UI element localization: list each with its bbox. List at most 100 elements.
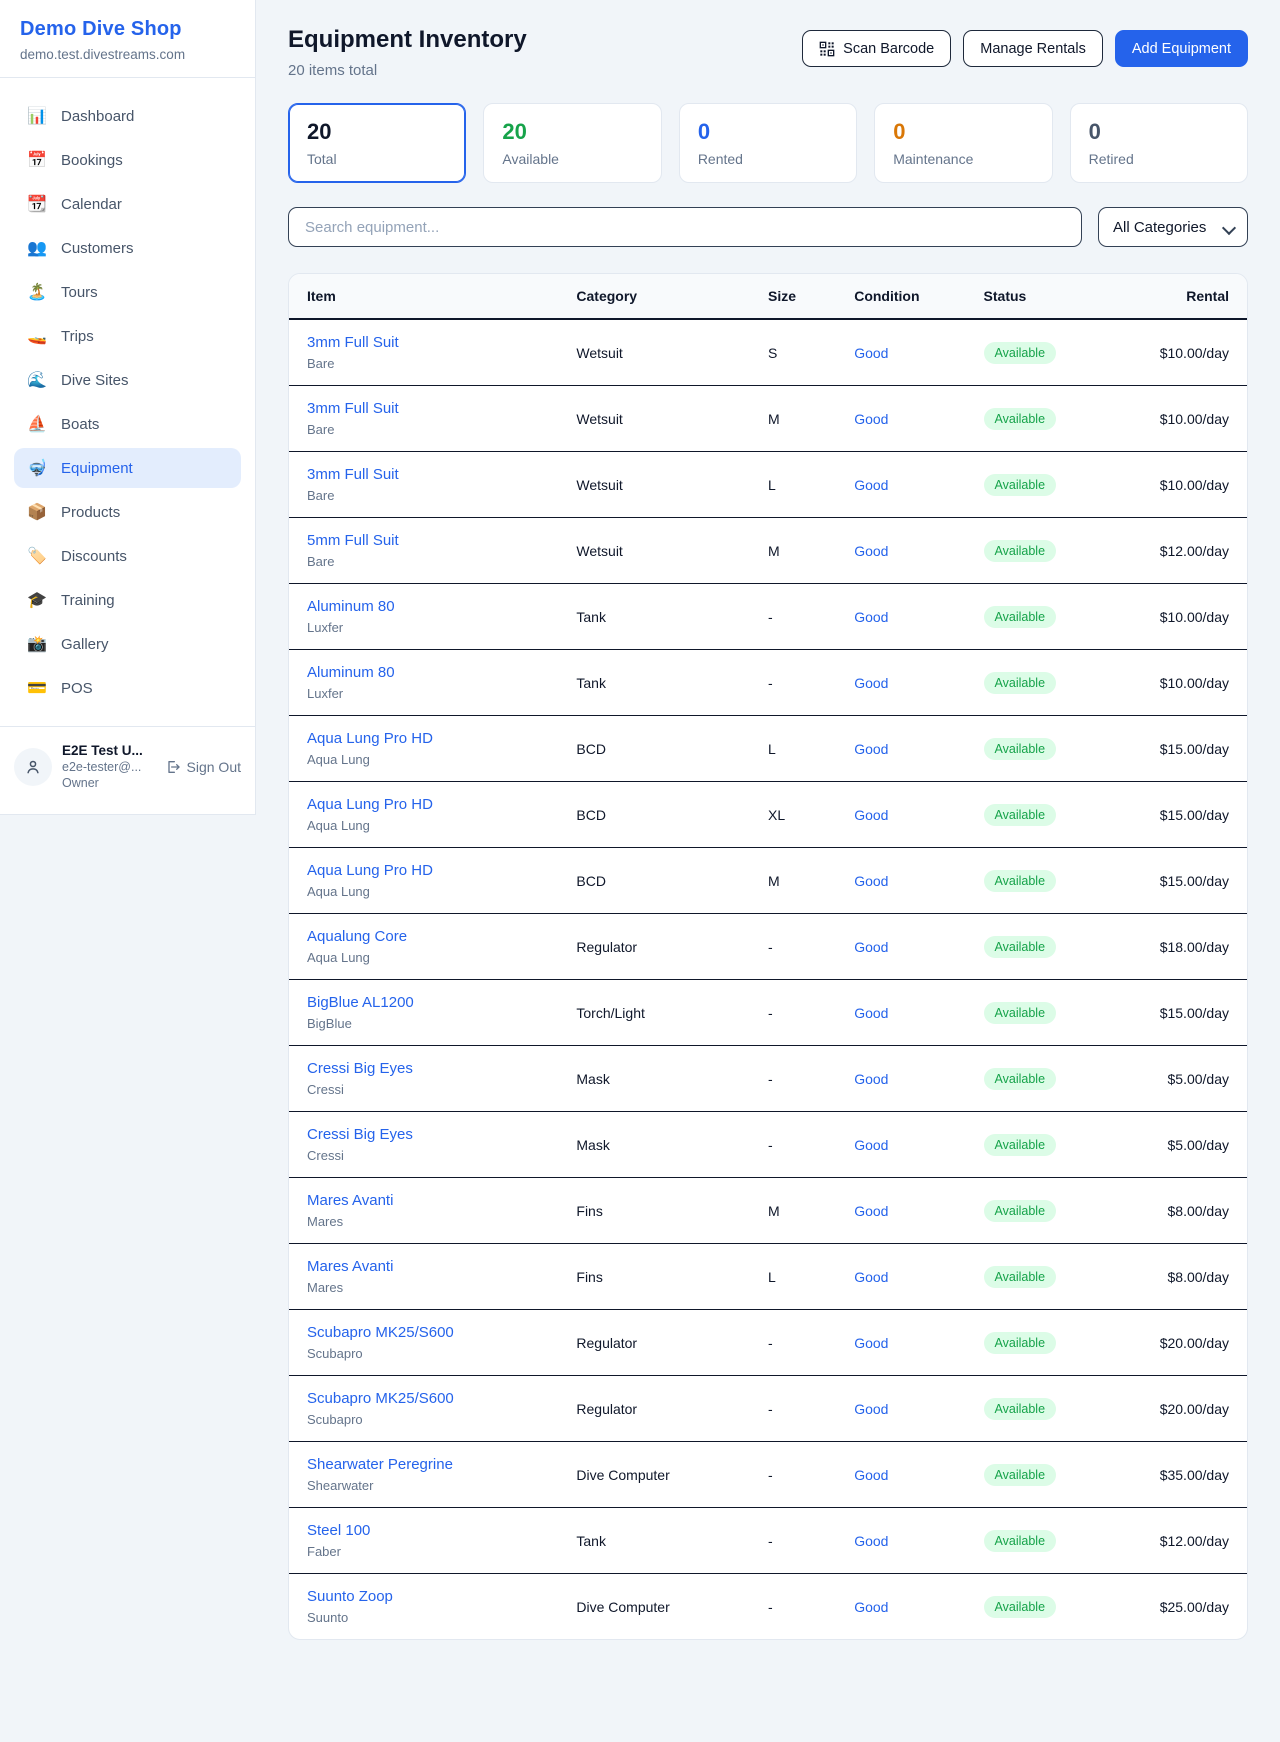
- status-badge: Available: [984, 1596, 1057, 1618]
- status-cell: Available: [984, 584, 1147, 650]
- condition-link[interactable]: Good: [854, 1599, 888, 1615]
- condition-link[interactable]: Good: [854, 345, 888, 361]
- condition-link[interactable]: Good: [854, 1005, 888, 1021]
- stat-label: Rented: [698, 151, 838, 167]
- condition-link[interactable]: Good: [854, 1137, 888, 1153]
- item-name-link[interactable]: Scubapro MK25/S600: [307, 1324, 576, 1341]
- manage-rentals-button[interactable]: Manage Rentals: [963, 30, 1103, 67]
- stat-card-rented[interactable]: 0Rented: [679, 103, 857, 183]
- item-brand: Aqua Lung: [307, 884, 576, 899]
- sign-out-button[interactable]: Sign Out: [165, 759, 241, 775]
- sidebar-item-gallery[interactable]: 📸Gallery: [14, 624, 241, 664]
- size-cell: -: [768, 914, 854, 980]
- search-input[interactable]: [288, 207, 1082, 247]
- item-name-link[interactable]: Aluminum 80: [307, 598, 576, 615]
- sidebar-nav: 📊Dashboard📅Bookings📆Calendar👥Customers🏝️…: [0, 78, 255, 726]
- item-name-link[interactable]: Aqua Lung Pro HD: [307, 796, 576, 813]
- sidebar-item-customers[interactable]: 👥Customers: [14, 228, 241, 268]
- condition-link[interactable]: Good: [854, 1203, 888, 1219]
- size-cell: -: [768, 1508, 854, 1574]
- condition-cell: Good: [854, 1310, 983, 1376]
- item-name-link[interactable]: Scubapro MK25/S600: [307, 1390, 576, 1407]
- condition-link[interactable]: Good: [854, 411, 888, 427]
- condition-link[interactable]: Good: [854, 675, 888, 691]
- item-name-link[interactable]: Aluminum 80: [307, 664, 576, 681]
- item-name-link[interactable]: 3mm Full Suit: [307, 400, 576, 417]
- status-badge: Available: [984, 1200, 1057, 1222]
- condition-link[interactable]: Good: [854, 741, 888, 757]
- item-name-link[interactable]: Steel 100: [307, 1522, 576, 1539]
- rental-cell: $10.00/day: [1146, 319, 1247, 386]
- rental-cell: $20.00/day: [1146, 1376, 1247, 1442]
- stat-card-available[interactable]: 20Available: [483, 103, 661, 183]
- sidebar-item-pos[interactable]: 💳POS: [14, 668, 241, 708]
- size-cell: -: [768, 1310, 854, 1376]
- table-row: 3mm Full SuitBareWetsuitMGoodAvailable$1…: [289, 386, 1247, 452]
- category-select[interactable]: All Categories: [1098, 207, 1248, 247]
- condition-link[interactable]: Good: [854, 1533, 888, 1549]
- sidebar-item-discounts[interactable]: 🏷️Discounts: [14, 536, 241, 576]
- table-row: Scubapro MK25/S600ScubaproRegulator-Good…: [289, 1310, 1247, 1376]
- category-cell: Tank: [576, 584, 768, 650]
- item-name-link[interactable]: Cressi Big Eyes: [307, 1060, 576, 1077]
- size-cell: XL: [768, 782, 854, 848]
- status-cell: Available: [984, 518, 1147, 584]
- condition-link[interactable]: Good: [854, 873, 888, 889]
- sidebar-item-bookings[interactable]: 📅Bookings: [14, 140, 241, 180]
- condition-link[interactable]: Good: [854, 939, 888, 955]
- item-name-link[interactable]: Mares Avanti: [307, 1192, 576, 1209]
- condition-link[interactable]: Good: [854, 1071, 888, 1087]
- sidebar-item-equipment[interactable]: 🤿Equipment: [14, 448, 241, 488]
- discounts-tag-icon: 🏷️: [26, 546, 48, 566]
- item-name-link[interactable]: Mares Avanti: [307, 1258, 576, 1275]
- condition-link[interactable]: Good: [854, 477, 888, 493]
- sidebar-item-label: Products: [61, 504, 120, 521]
- sidebar-item-boats[interactable]: ⛵Boats: [14, 404, 241, 444]
- item-cell: Aqualung CoreAqua Lung: [289, 914, 576, 980]
- person-icon: [24, 758, 42, 776]
- item-brand: Mares: [307, 1280, 576, 1295]
- status-cell: Available: [984, 386, 1147, 452]
- condition-link[interactable]: Good: [854, 609, 888, 625]
- item-name-link[interactable]: Shearwater Peregrine: [307, 1456, 576, 1473]
- stat-card-retired[interactable]: 0Retired: [1070, 103, 1248, 183]
- item-name-link[interactable]: Suunto Zoop: [307, 1588, 576, 1605]
- item-name-link[interactable]: BigBlue AL1200: [307, 994, 576, 1011]
- status-cell: Available: [984, 650, 1147, 716]
- sidebar-item-dive-sites[interactable]: 🌊Dive Sites: [14, 360, 241, 400]
- condition-link[interactable]: Good: [854, 543, 888, 559]
- sidebar-item-tours[interactable]: 🏝️Tours: [14, 272, 241, 312]
- table-row: Aluminum 80LuxferTank-GoodAvailable$10.0…: [289, 584, 1247, 650]
- item-name-link[interactable]: Aqua Lung Pro HD: [307, 730, 576, 747]
- sidebar-item-dashboard[interactable]: 📊Dashboard: [14, 96, 241, 136]
- table-row: Suunto ZoopSuuntoDive Computer-GoodAvail…: [289, 1574, 1247, 1640]
- condition-link[interactable]: Good: [854, 1467, 888, 1483]
- item-name-link[interactable]: 5mm Full Suit: [307, 532, 576, 549]
- item-name-link[interactable]: Aqua Lung Pro HD: [307, 862, 576, 879]
- status-cell: Available: [984, 452, 1147, 518]
- scan-barcode-button[interactable]: Scan Barcode: [802, 30, 951, 67]
- add-equipment-button[interactable]: Add Equipment: [1115, 30, 1248, 67]
- status-badge: Available: [984, 1332, 1057, 1354]
- trips-speedboat-icon: 🚤: [26, 326, 48, 346]
- item-name-link[interactable]: 3mm Full Suit: [307, 466, 576, 483]
- gallery-camera-icon: 📸: [26, 634, 48, 654]
- condition-link[interactable]: Good: [854, 1269, 888, 1285]
- condition-link[interactable]: Good: [854, 1401, 888, 1417]
- stat-card-maintenance[interactable]: 0Maintenance: [874, 103, 1052, 183]
- sidebar-item-calendar[interactable]: 📆Calendar: [14, 184, 241, 224]
- sidebar-item-products[interactable]: 📦Products: [14, 492, 241, 532]
- sidebar-item-training[interactable]: 🎓Training: [14, 580, 241, 620]
- status-cell: Available: [984, 319, 1147, 386]
- item-name-link[interactable]: 3mm Full Suit: [307, 334, 576, 351]
- item-brand: Cressi: [307, 1148, 576, 1163]
- item-name-link[interactable]: Cressi Big Eyes: [307, 1126, 576, 1143]
- sidebar-item-label: Training: [61, 592, 115, 609]
- condition-link[interactable]: Good: [854, 1335, 888, 1351]
- condition-link[interactable]: Good: [854, 807, 888, 823]
- stat-card-total[interactable]: 20Total: [288, 103, 466, 183]
- logout-icon: [165, 759, 181, 775]
- sidebar-item-trips[interactable]: 🚤Trips: [14, 316, 241, 356]
- condition-cell: Good: [854, 1244, 983, 1310]
- item-name-link[interactable]: Aqualung Core: [307, 928, 576, 945]
